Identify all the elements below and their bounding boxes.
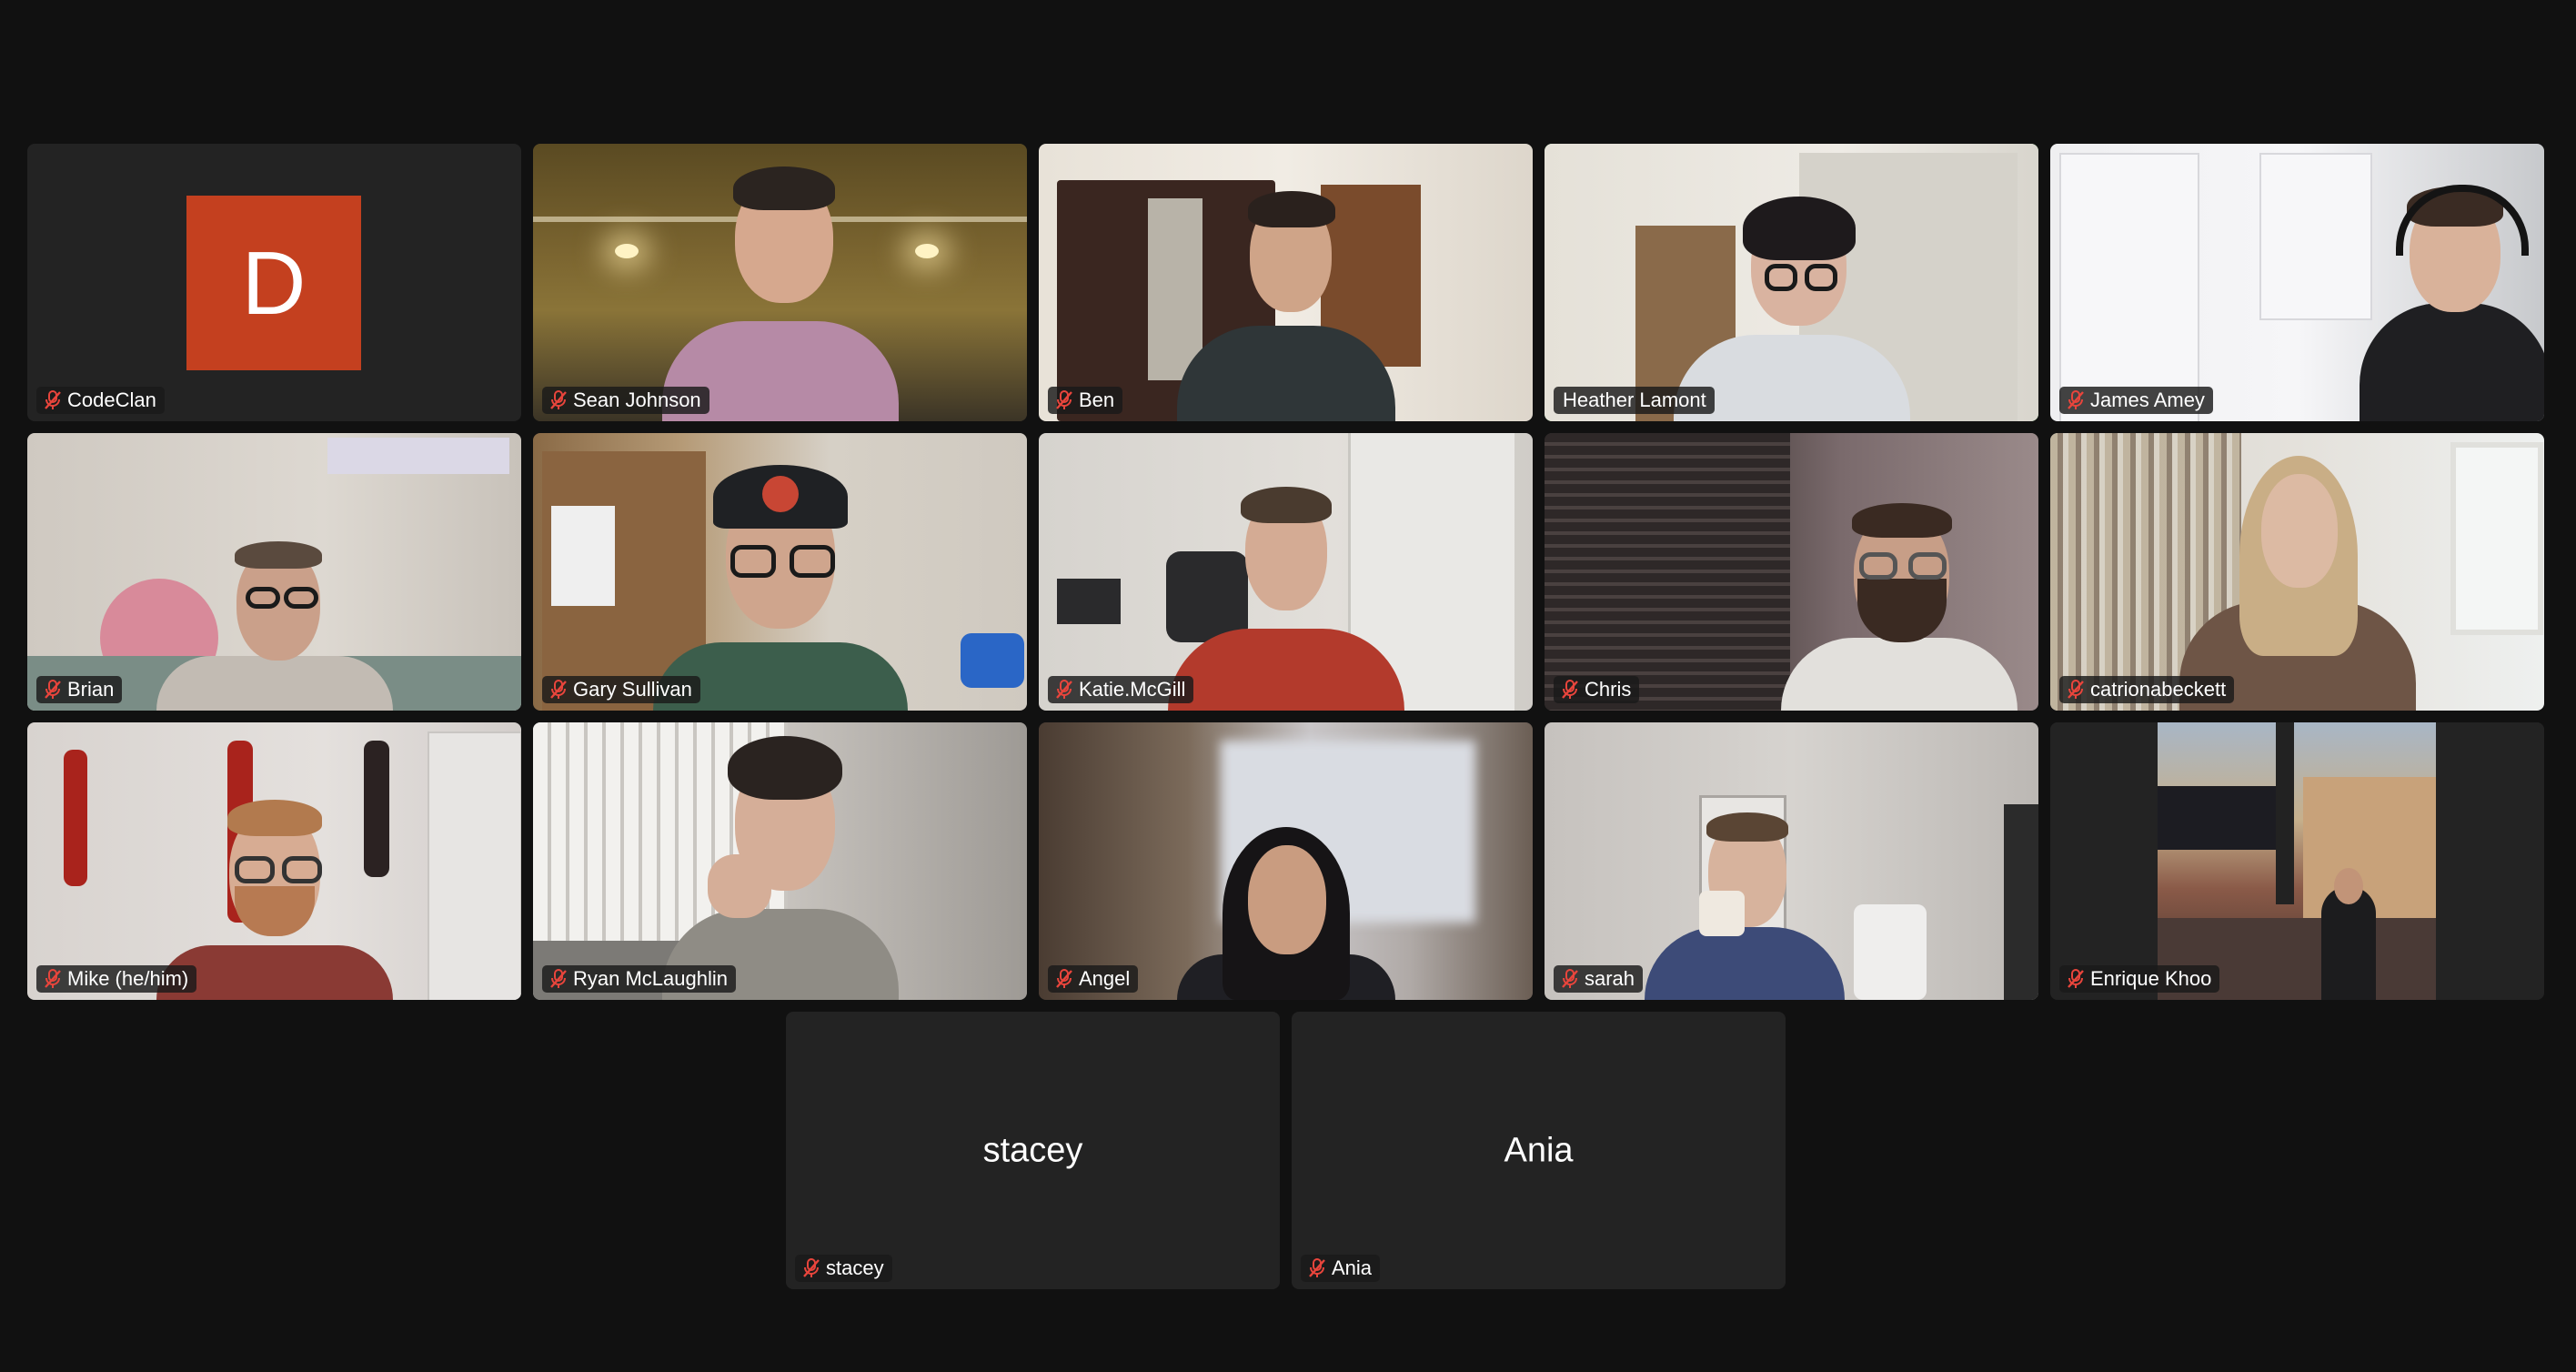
microphone-muted-icon bbox=[1056, 969, 1072, 988]
gallery-view: D CodeClan Sean Johnson Ben Heather Lamo… bbox=[0, 0, 2576, 1372]
participant-tile-ania[interactable]: Ania Ania bbox=[1292, 1012, 1786, 1289]
participant-name-tag: Ania bbox=[1301, 1255, 1381, 1282]
participant-tile-james-amey[interactable]: James Amey bbox=[2050, 144, 2544, 421]
participant-tile-codeclan[interactable]: D CodeClan bbox=[27, 144, 521, 421]
video-feed bbox=[2050, 144, 2544, 421]
participant-name-tag: Brian bbox=[36, 676, 123, 703]
video-feed bbox=[2050, 722, 2544, 1000]
participant-tile-angel[interactable]: Angel bbox=[1039, 722, 1533, 1000]
participant-name: stacey bbox=[826, 1256, 884, 1279]
participant-name: sarah bbox=[1585, 967, 1635, 990]
microphone-muted-icon bbox=[1056, 680, 1072, 699]
microphone-muted-icon bbox=[2068, 390, 2084, 409]
participant-display-name: Ania bbox=[1504, 1131, 1574, 1169]
video-feed bbox=[533, 144, 1027, 421]
participant-tile-gary-sullivan[interactable]: Gary Sullivan bbox=[533, 433, 1027, 711]
participant-name-tag: Mike (he/him) bbox=[36, 965, 197, 993]
microphone-muted-icon bbox=[803, 1258, 820, 1277]
participant-name: Brian bbox=[67, 678, 115, 701]
microphone-muted-icon bbox=[2068, 969, 2084, 988]
participant-name: Ben bbox=[1079, 388, 1115, 411]
video-feed bbox=[1545, 144, 2038, 421]
participant-tile-heather-lamont[interactable]: Heather Lamont bbox=[1545, 144, 2038, 421]
participant-name: Heather Lamont bbox=[1563, 388, 1706, 411]
microphone-muted-icon bbox=[1056, 390, 1072, 409]
participant-name: catrionabeckett bbox=[2090, 678, 2227, 701]
participant-name-tag: CodeClan bbox=[36, 387, 165, 414]
video-feed bbox=[1545, 433, 2038, 711]
microphone-muted-icon bbox=[45, 680, 61, 699]
video-feed bbox=[27, 722, 521, 1000]
participant-tile-enrique-khoo[interactable]: Enrique Khoo bbox=[2050, 722, 2544, 1000]
participant-tile-catrionabeckett[interactable]: catrionabeckett bbox=[2050, 433, 2544, 711]
participant-tile-sarah[interactable]: sarah bbox=[1545, 722, 2038, 1000]
video-feed bbox=[1039, 144, 1533, 421]
participant-name-tag: Ben bbox=[1048, 387, 1123, 414]
participant-name-tag: Enrique Khoo bbox=[2059, 965, 2220, 993]
participant-tile-katie-mcgill[interactable]: Katie.McGill bbox=[1039, 433, 1533, 711]
participant-name: Gary Sullivan bbox=[573, 678, 692, 701]
participant-name-tag: sarah bbox=[1554, 965, 1644, 993]
participant-name-tag: Ryan McLaughlin bbox=[542, 965, 736, 993]
participant-tile-brian[interactable]: Brian bbox=[27, 433, 521, 711]
video-feed bbox=[533, 722, 1027, 1000]
participant-name: Katie.McGill bbox=[1079, 678, 1186, 701]
microphone-muted-icon bbox=[550, 680, 567, 699]
video-feed bbox=[2050, 433, 2544, 711]
participant-name-tag: stacey bbox=[795, 1255, 892, 1282]
participant-name-tag: Chris bbox=[1554, 676, 1640, 703]
participant-tile-ben[interactable]: Ben bbox=[1039, 144, 1533, 421]
participant-name: Angel bbox=[1079, 967, 1131, 990]
participant-name: CodeClan bbox=[67, 388, 156, 411]
video-feed bbox=[27, 433, 521, 711]
participant-tile-stacey[interactable]: stacey stacey bbox=[786, 1012, 1280, 1289]
participant-name: Enrique Khoo bbox=[2090, 967, 2212, 990]
participant-name: James Amey bbox=[2090, 388, 2205, 411]
video-feed bbox=[533, 433, 1027, 711]
participant-name-tag: Gary Sullivan bbox=[542, 676, 700, 703]
video-feed bbox=[1039, 433, 1533, 711]
microphone-muted-icon bbox=[550, 390, 567, 409]
microphone-muted-icon bbox=[1309, 1258, 1325, 1277]
participant-name-tag: James Amey bbox=[2059, 387, 2213, 414]
participant-name: Chris bbox=[1585, 678, 1632, 701]
participant-tile-ryan-mclaughlin[interactable]: Ryan McLaughlin bbox=[533, 722, 1027, 1000]
participant-name: Ryan McLaughlin bbox=[573, 967, 728, 990]
microphone-muted-icon bbox=[45, 969, 61, 988]
video-feed bbox=[1039, 722, 1533, 1000]
participant-name: Mike (he/him) bbox=[67, 967, 189, 990]
microphone-muted-icon bbox=[45, 390, 61, 409]
participant-tile-sean-johnson[interactable]: Sean Johnson bbox=[533, 144, 1027, 421]
participant-display-name: stacey bbox=[982, 1131, 1083, 1169]
microphone-muted-icon bbox=[1562, 680, 1578, 699]
participant-name-tag: Heather Lamont bbox=[1554, 387, 1715, 414]
participant-name-tag: Katie.McGill bbox=[1048, 676, 1194, 703]
microphone-muted-icon bbox=[1562, 969, 1578, 988]
participant-tile-mike[interactable]: Mike (he/him) bbox=[27, 722, 521, 1000]
video-feed bbox=[1545, 722, 2038, 1000]
participant-name-tag: catrionabeckett bbox=[2059, 676, 2235, 703]
avatar: D bbox=[186, 196, 361, 370]
microphone-muted-icon bbox=[550, 969, 567, 988]
participant-name: Sean Johnson bbox=[573, 388, 701, 411]
participant-name-tag: Sean Johnson bbox=[542, 387, 709, 414]
microphone-muted-icon bbox=[2068, 680, 2084, 699]
participant-name: Ania bbox=[1332, 1256, 1373, 1279]
participant-tile-chris[interactable]: Chris bbox=[1545, 433, 2038, 711]
participant-name-tag: Angel bbox=[1048, 965, 1139, 993]
